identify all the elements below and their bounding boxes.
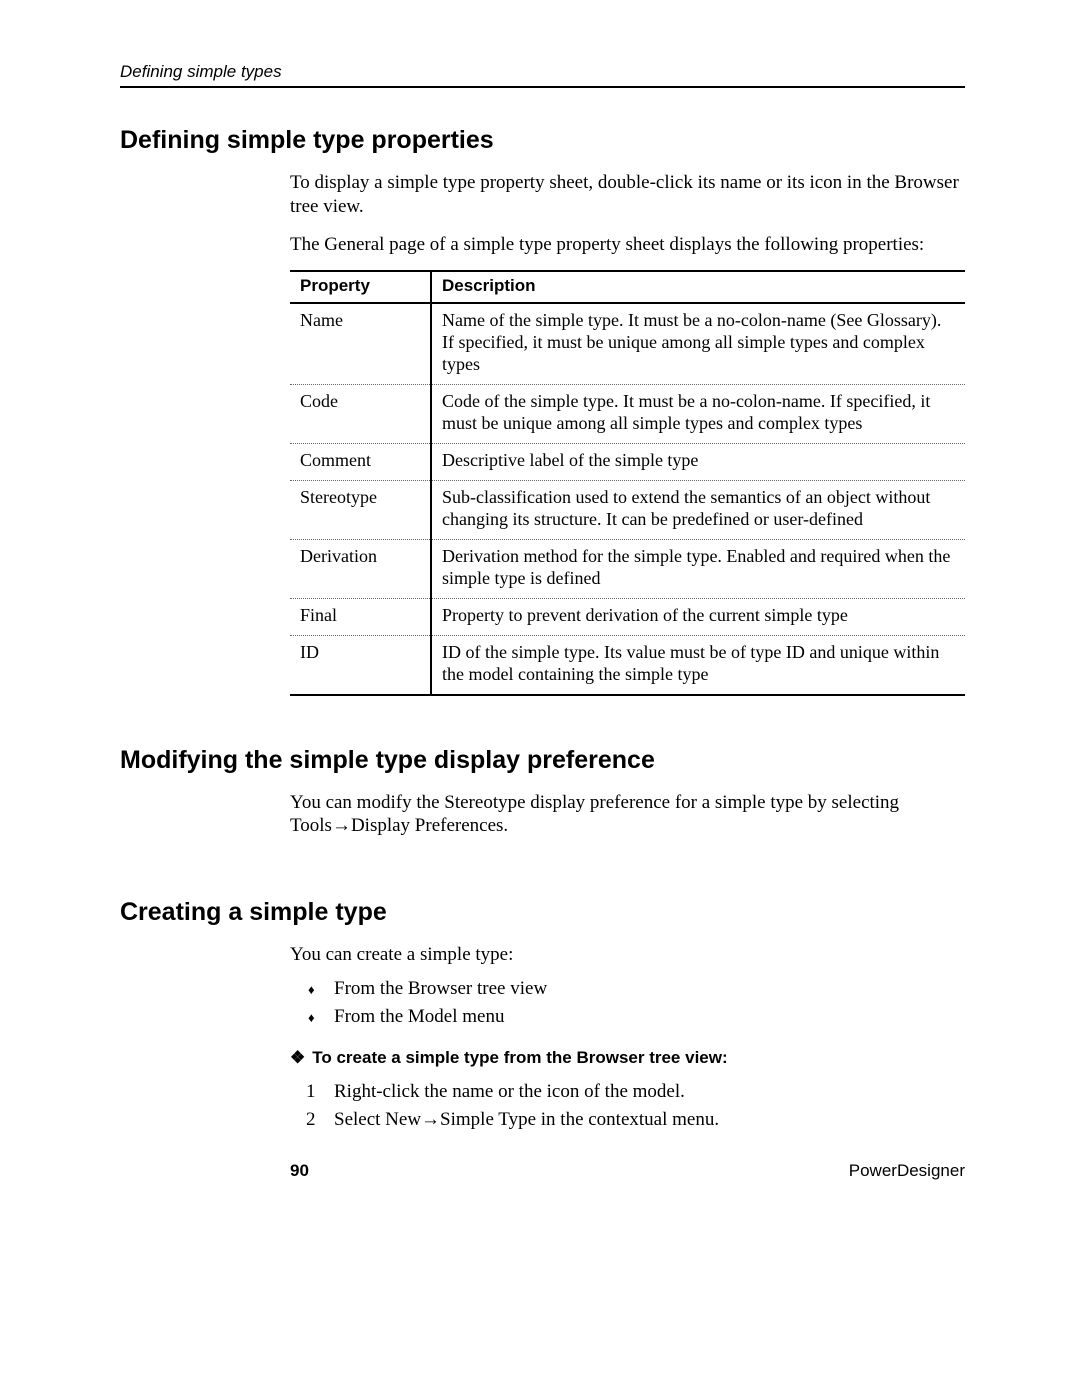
- table-row: Stereotype Sub-classification used to ex…: [290, 480, 965, 539]
- cell-property: Comment: [290, 444, 431, 481]
- cell-property: Stereotype: [290, 480, 431, 539]
- table-header-row: Property Description: [290, 271, 965, 303]
- footer-product-name: PowerDesigner: [849, 1161, 965, 1181]
- list-item: From the Browser tree view: [290, 975, 965, 1004]
- procedure-heading: ❖ To create a simple type from the Browse…: [290, 1048, 965, 1068]
- cell-description: Derivation method for the simple type. E…: [431, 539, 965, 598]
- cell-description: Sub-classification used to extend the se…: [431, 480, 965, 539]
- section1-para2: The General page of a simple type proper…: [290, 233, 965, 257]
- section2-para: You can modify the Stereotype display pr…: [290, 791, 965, 839]
- cell-description: Descriptive label of the simple type: [431, 444, 965, 481]
- list-item: From the Model menu: [290, 1003, 965, 1032]
- cell-description: ID of the simple type. Its value must be…: [431, 635, 965, 694]
- properties-table: Property Description Name Name of the si…: [290, 270, 965, 695]
- section3-body: You can create a simple type: From the B…: [290, 943, 965, 1135]
- heading-creating-simple-type: Creating a simple type: [120, 898, 965, 927]
- cell-description: Code of the simple type. It must be a no…: [431, 385, 965, 444]
- cell-description: Property to prevent derivation of the cu…: [431, 598, 965, 635]
- section1-para1: To display a simple type property sheet,…: [290, 171, 965, 219]
- cell-description: Name of the simple type. It must be a no…: [431, 303, 965, 384]
- section2-body: You can modify the Stereotype display pr…: [290, 791, 965, 839]
- table-row: Code Code of the simple type. It must be…: [290, 385, 965, 444]
- table-header-description: Description: [431, 271, 965, 303]
- procedure-heading-text: To create a simple type from the Browser…: [312, 1048, 727, 1067]
- bullet-list: From the Browser tree view From the Mode…: [290, 975, 965, 1032]
- document-page: Defining simple types Defining simple ty…: [0, 0, 1080, 1241]
- cell-property: Code: [290, 385, 431, 444]
- page-footer: 90 PowerDesigner: [120, 1161, 965, 1181]
- table-row: Name Name of the simple type. It must be…: [290, 303, 965, 384]
- table-row: Comment Descriptive label of the simple …: [290, 444, 965, 481]
- cell-property: Final: [290, 598, 431, 635]
- table-row: Derivation Derivation method for the sim…: [290, 539, 965, 598]
- list-item: Select New→Simple Type in the contextual…: [290, 1106, 965, 1135]
- section3-intro: You can create a simple type:: [290, 943, 965, 967]
- heading-defining-properties: Defining simple type properties: [120, 126, 965, 155]
- heading-modifying-display-pref: Modifying the simple type display prefer…: [120, 746, 965, 775]
- steps-list: Right-click the name or the icon of the …: [290, 1078, 965, 1135]
- cell-property: ID: [290, 635, 431, 694]
- list-item: Right-click the name or the icon of the …: [290, 1078, 965, 1107]
- section1-body: To display a simple type property sheet,…: [290, 171, 965, 696]
- cell-property: Name: [290, 303, 431, 384]
- running-header: Defining simple types: [120, 62, 965, 88]
- cell-property: Derivation: [290, 539, 431, 598]
- table-header-property: Property: [290, 271, 431, 303]
- table-row: ID ID of the simple type. Its value must…: [290, 635, 965, 694]
- page-number: 90: [290, 1161, 309, 1181]
- table-row: Final Property to prevent derivation of …: [290, 598, 965, 635]
- four-diamond-icon: ❖: [290, 1048, 306, 1067]
